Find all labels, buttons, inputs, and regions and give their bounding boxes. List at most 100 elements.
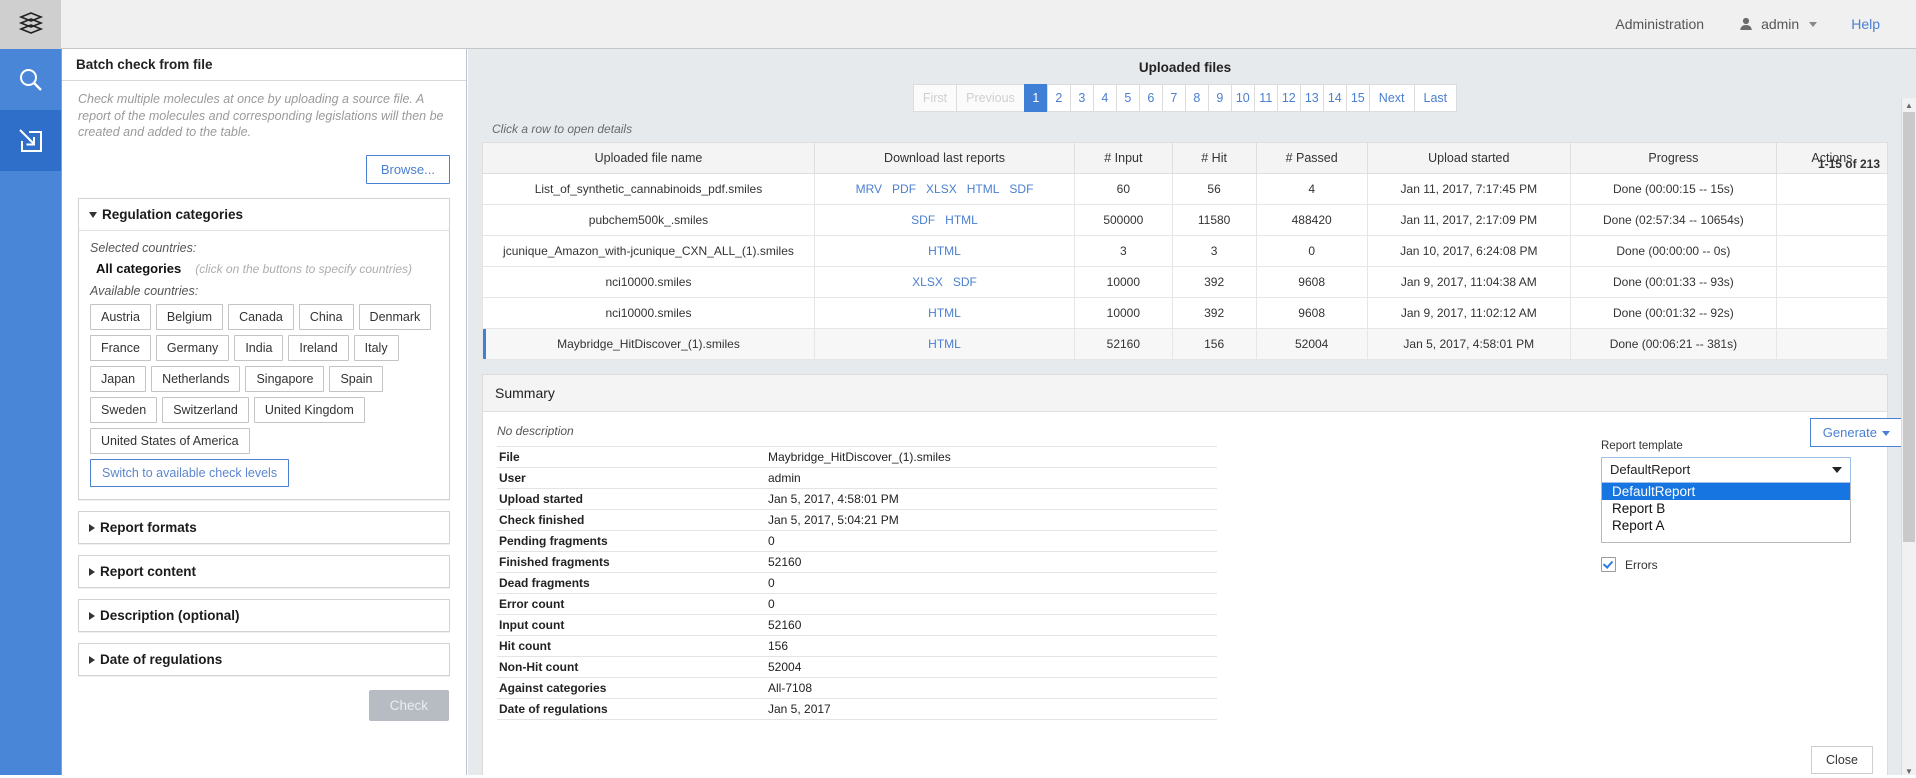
generate-label: Generate <box>1823 425 1877 440</box>
cell-file-name: nci10000.smiles <box>483 298 815 329</box>
country-button-belgium[interactable]: Belgium <box>156 304 223 330</box>
download-link-html[interactable]: HTML <box>945 213 978 227</box>
country-button-canada[interactable]: Canada <box>228 304 294 330</box>
cell-input: 52160 <box>1075 329 1173 360</box>
pagination-last[interactable]: Last <box>1414 84 1458 112</box>
user-name: admin <box>1761 16 1799 32</box>
help-link[interactable]: Help <box>1831 16 1900 32</box>
pagination-page-1[interactable]: 1 <box>1024 84 1047 112</box>
pagination-page-10[interactable]: 10 <box>1231 84 1254 112</box>
country-button-ireland[interactable]: Ireland <box>288 335 348 361</box>
app-logo[interactable] <box>0 0 61 49</box>
pagination-page-6[interactable]: 6 <box>1139 84 1162 112</box>
template-option-report-a[interactable]: Report A <box>1602 517 1850 534</box>
download-link-html[interactable]: HTML <box>928 244 961 258</box>
search-icon <box>16 65 46 95</box>
country-button-japan[interactable]: Japan <box>90 366 146 392</box>
table-row[interactable]: jcunique_Amazon_with-jcunique_CXN_ALL_(1… <box>483 236 1888 267</box>
sidebar-item-batch-check[interactable] <box>0 110 61 171</box>
cell-input: 10000 <box>1075 298 1173 329</box>
country-button-sweden[interactable]: Sweden <box>90 397 157 423</box>
template-option-report-b[interactable]: Report B <box>1602 500 1850 517</box>
pagination-page-13[interactable]: 13 <box>1300 84 1323 112</box>
scrollbar-thumb[interactable] <box>1903 112 1915 542</box>
country-button-united-states-of-america[interactable]: United States of America <box>90 428 250 454</box>
pagination-page-8[interactable]: 8 <box>1185 84 1208 112</box>
country-button-india[interactable]: India <box>234 335 283 361</box>
generate-button[interactable]: Generate <box>1810 418 1903 447</box>
errors-checkbox-row[interactable]: Errors <box>1601 557 1851 572</box>
country-button-singapore[interactable]: Singapore <box>245 366 324 392</box>
download-link-sdf[interactable]: SDF <box>1009 182 1033 196</box>
download-link-mrv[interactable]: MRV <box>856 182 882 196</box>
pagination-page-9[interactable]: 9 <box>1208 84 1231 112</box>
cell-progress: Done (02:57:34 -- 10654s) <box>1570 205 1776 236</box>
pagination-next[interactable]: Next <box>1369 84 1414 112</box>
pagination-page-5[interactable]: 5 <box>1116 84 1139 112</box>
country-button-italy[interactable]: Italy <box>354 335 399 361</box>
section-header[interactable]: Description (optional) <box>79 600 449 631</box>
all-categories-value: All categories <box>96 261 181 276</box>
country-button-france[interactable]: France <box>90 335 151 361</box>
pagination-page-4[interactable]: 4 <box>1093 84 1116 112</box>
country-button-united-kingdom[interactable]: United Kingdom <box>254 397 365 423</box>
vertical-scrollbar[interactable]: ▲ ▼ <box>1901 98 1916 778</box>
table-row[interactable]: pubchem500k_.smilesSDFHTML50000011580488… <box>483 205 1888 236</box>
switch-check-levels-button[interactable]: Switch to available check levels <box>90 459 289 487</box>
chevron-down-icon <box>1809 22 1817 27</box>
download-link-html[interactable]: HTML <box>967 182 1000 196</box>
scroll-up-icon[interactable]: ▲ <box>1902 98 1916 112</box>
errors-checkbox[interactable] <box>1601 557 1616 572</box>
template-option-defaultreport[interactable]: DefaultReport <box>1602 483 1850 500</box>
country-button-china[interactable]: China <box>299 304 354 330</box>
browse-button[interactable]: Browse... <box>366 155 450 184</box>
download-link-sdf[interactable]: SDF <box>953 275 977 289</box>
table-header-row: Uploaded file nameDownload last reports#… <box>483 143 1888 174</box>
pagination-page-7[interactable]: 7 <box>1162 84 1185 112</box>
download-link-pdf[interactable]: PDF <box>892 182 916 196</box>
cell-input: 10000 <box>1075 267 1173 298</box>
section-header[interactable]: Date of regulations <box>79 644 449 675</box>
summary-field-value: 52160 <box>766 552 1217 573</box>
pagination-page-11[interactable]: 11 <box>1254 84 1277 112</box>
section-report-content: Report content <box>78 555 450 588</box>
check-button[interactable]: Check <box>369 690 449 721</box>
country-button-spain[interactable]: Spain <box>329 366 383 392</box>
table-row[interactable]: List_of_synthetic_cannabinoids_pdf.smile… <box>483 174 1888 205</box>
country-button-denmark[interactable]: Denmark <box>359 304 432 330</box>
range-info: 1-15 of 213 <box>1818 157 1880 171</box>
cell-actions <box>1776 174 1887 205</box>
pagination-page-2[interactable]: 2 <box>1047 84 1070 112</box>
table-row[interactable]: nci10000.smilesXLSXSDF100003929608Jan 9,… <box>483 267 1888 298</box>
sidebar-item-search[interactable] <box>0 49 61 110</box>
table-row[interactable]: Maybridge_HitDiscover_(1).smilesHTML5216… <box>483 329 1888 360</box>
download-link-sdf[interactable]: SDF <box>911 213 935 227</box>
pagination-page-14[interactable]: 14 <box>1323 84 1346 112</box>
user-menu[interactable]: admin <box>1724 16 1831 32</box>
pagination-page-12[interactable]: 12 <box>1277 84 1300 112</box>
country-button-switzerland[interactable]: Switzerland <box>162 397 249 423</box>
panel-body: Check multiple molecules at once by uplo… <box>62 81 466 721</box>
download-link-xlsx[interactable]: XLSX <box>912 275 943 289</box>
summary-field-row: Useradmin <box>497 468 1217 489</box>
pagination-page-3[interactable]: 3 <box>1070 84 1093 112</box>
administration-link[interactable]: Administration <box>1595 16 1724 32</box>
table-row[interactable]: nci10000.smilesHTML100003929608Jan 9, 20… <box>483 298 1888 329</box>
section-label: Description (optional) <box>100 608 240 623</box>
column-header: Uploaded file name <box>483 143 815 174</box>
download-link-xlsx[interactable]: XLSX <box>926 182 957 196</box>
download-link-html[interactable]: HTML <box>928 337 961 351</box>
regulation-categories-header[interactable]: Regulation categories <box>79 199 449 231</box>
country-button-germany[interactable]: Germany <box>156 335 229 361</box>
download-link-html[interactable]: HTML <box>928 306 961 320</box>
report-template-select[interactable]: DefaultReport <box>1601 457 1851 483</box>
section-header[interactable]: Report content <box>79 556 449 587</box>
close-button[interactable]: Close <box>1811 746 1873 774</box>
uploaded-files-table: Uploaded file nameDownload last reports#… <box>482 142 1888 360</box>
country-button-austria[interactable]: Austria <box>90 304 151 330</box>
pagination-page-15[interactable]: 15 <box>1346 84 1369 112</box>
cell-passed: 0 <box>1256 236 1367 267</box>
country-button-netherlands[interactable]: Netherlands <box>151 366 240 392</box>
section-header[interactable]: Report formats <box>79 512 449 543</box>
column-header: # Input <box>1075 143 1173 174</box>
